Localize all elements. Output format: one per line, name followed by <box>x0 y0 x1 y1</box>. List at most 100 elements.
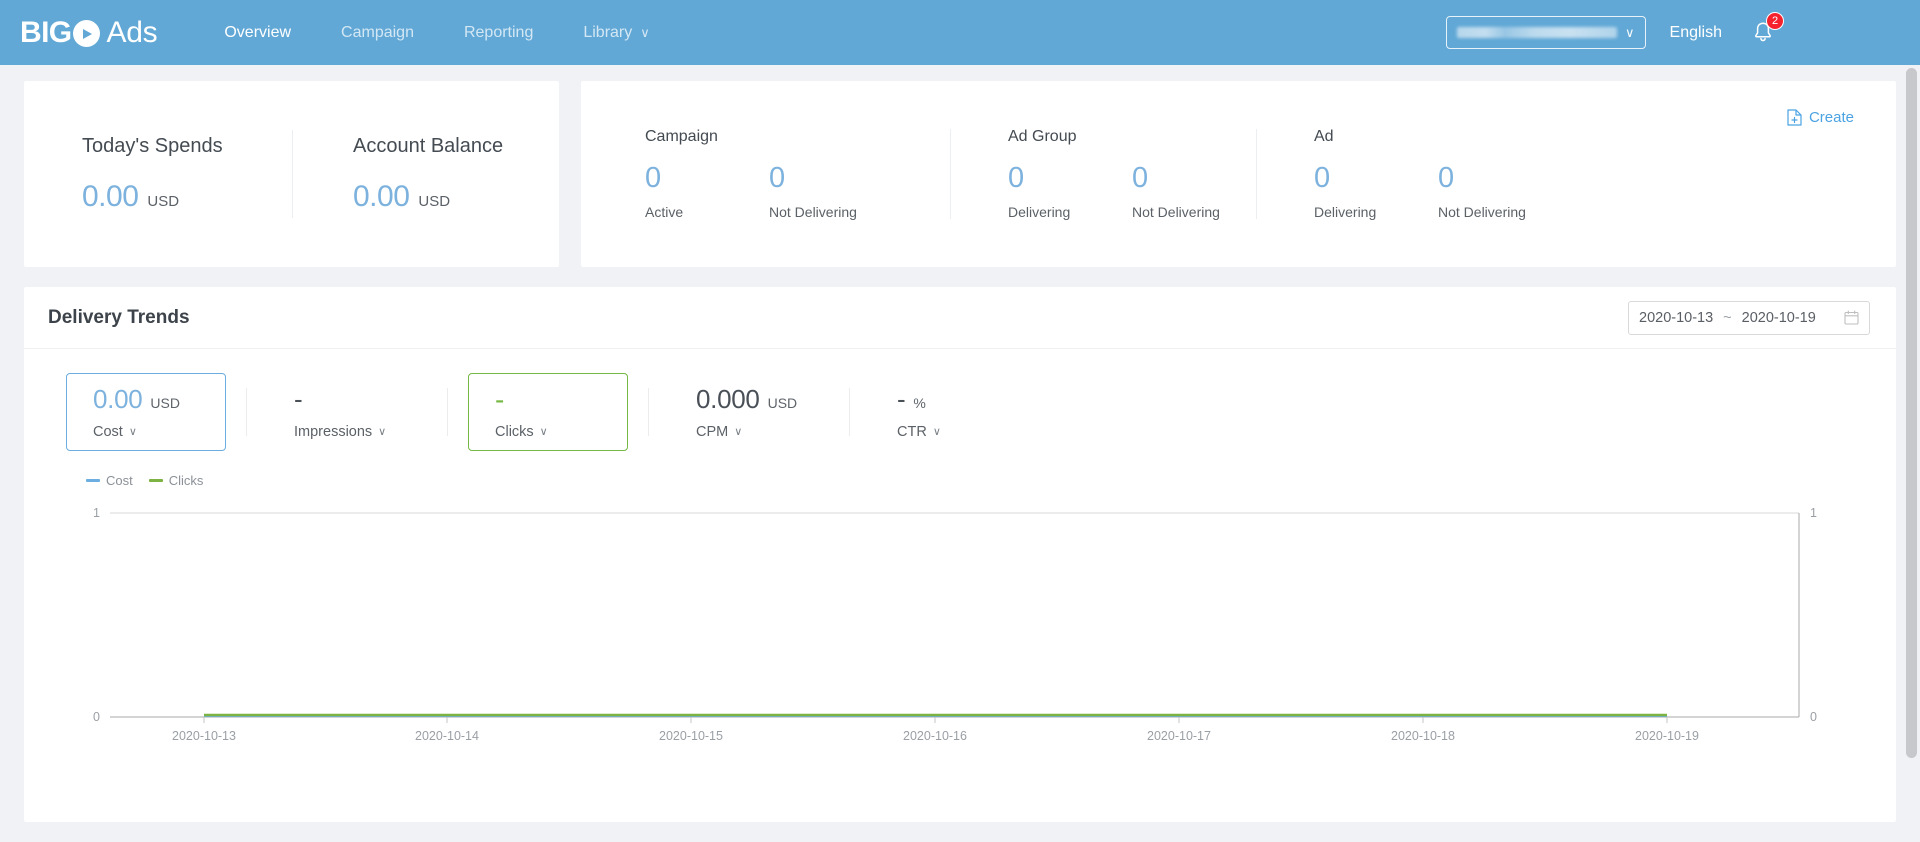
metric-selector-row: 0.00 USD Cost ∨ - Impressions ∨ - Clicks… <box>24 349 1896 451</box>
account-balance-block: Account Balance 0.00 USD <box>292 130 503 218</box>
notifications-button[interactable]: 2 <box>1750 11 1784 48</box>
adgroup-delivering-value: 0 <box>1008 162 1025 195</box>
metric-cpm-value-row: 0.000 USD <box>696 384 828 416</box>
create-button-label: Create <box>1808 109 1854 126</box>
chevron-down-icon: ∨ <box>1625 25 1635 40</box>
metric-clicks-label: Clicks <box>495 424 534 440</box>
metric-ctr-value-row: - % <box>897 384 1029 416</box>
todays-spends-block: Today's Spends 0.00 USD <box>82 135 292 214</box>
x-axis-tick-label: 2020-10-19 <box>1635 729 1699 743</box>
nav-item-campaign-label: Campaign <box>341 23 414 41</box>
adgroup-counts-group: Ad Group 0 Delivering 0 Not Delivering <box>950 115 1256 233</box>
adgroup-metrics: 0 Delivering 0 Not Delivering <box>1008 160 1256 220</box>
account-select-value <box>1456 27 1617 38</box>
page-content: Today's Spends 0.00 USD Account Balance … <box>0 65 1920 842</box>
metric-divider <box>246 388 247 436</box>
date-range-start: 2020-10-13 <box>1639 309 1714 326</box>
adgroup-notdelivering-value: 0 <box>1132 162 1149 195</box>
metric-impressions-value: - <box>294 384 303 414</box>
main-navigation: Overview Campaign Reporting Library ∨ <box>199 0 674 65</box>
account-balance-value-row: 0.00 USD <box>353 180 503 214</box>
ad-notdelivering-label: Not Delivering <box>1438 203 1526 220</box>
todays-spends-title: Today's Spends <box>82 134 223 157</box>
nav-item-reporting-label: Reporting <box>463 23 534 41</box>
left-axis-tick-1: 1 <box>93 506 100 520</box>
logo-bi-text: BIG <box>20 15 72 49</box>
metric-impressions-label-row: Impressions ∨ <box>294 424 426 440</box>
campaign-active-label: Active <box>645 203 684 220</box>
x-axis-tick-label: 2020-10-14 <box>415 729 479 743</box>
metric-tile-impressions[interactable]: - Impressions ∨ <box>267 373 427 451</box>
page-scrollbar[interactable] <box>1906 68 1917 758</box>
metric-tile-cost[interactable]: 0.00 USD Cost ∨ <box>66 373 226 451</box>
metric-clicks-value-row: - <box>495 384 627 416</box>
legend-color-swatch-clicks <box>148 479 163 482</box>
page-scrollbar-thumb[interactable] <box>1906 68 1917 758</box>
chevron-down-icon: ∨ <box>128 425 137 438</box>
metric-impressions-label: Impressions <box>294 424 373 440</box>
balance-card: Today's Spends 0.00 USD Account Balance … <box>24 81 559 267</box>
metric-cost-value-row: 0.00 USD <box>93 384 225 416</box>
nav-item-overview[interactable]: Overview <box>199 0 316 65</box>
ad-notdelivering-value: 0 <box>1438 162 1455 195</box>
language-label: English <box>1669 23 1722 41</box>
x-axis-tick-label: 2020-10-18 <box>1391 729 1455 743</box>
summary-cards-row: Today's Spends 0.00 USD Account Balance … <box>24 81 1896 267</box>
metric-cpm-unit: USD <box>767 395 798 411</box>
adgroup-notdelivering-metric: 0 Not Delivering <box>1132 160 1256 220</box>
nav-item-library-label: Library <box>583 23 633 41</box>
delivery-trends-chart: 1 0 1 0 2020-10-13 2020-10-14 2020-10-15… <box>24 502 1896 752</box>
metric-ctr-label: CTR <box>897 424 927 440</box>
todays-spends-value-row: 0.00 USD <box>82 180 292 214</box>
bigo-ads-logo[interactable]: BIG Ads <box>20 15 158 50</box>
header-right-controls: ∨ English 2 <box>1445 11 1896 49</box>
metric-tile-ctr[interactable]: - % CTR ∨ <box>870 373 1030 451</box>
page-title: Delivery Trends <box>48 306 190 328</box>
adgroup-group-title: Ad Group <box>1008 128 1077 146</box>
app-header: BIG Ads Overview Campaign Reporting Libr… <box>0 0 1920 65</box>
metric-cpm-label: CPM <box>696 424 729 440</box>
logo-brand-text: BIG <box>20 16 100 50</box>
campaign-active-metric: 0 Active <box>645 160 769 220</box>
right-axis-tick-0: 0 <box>1810 710 1817 724</box>
chevron-down-icon: ∨ <box>378 425 387 438</box>
legend-item-clicks[interactable]: Clicks <box>148 473 203 488</box>
nav-item-reporting[interactable]: Reporting <box>439 0 558 65</box>
todays-spends-currency: USD <box>147 192 180 210</box>
ad-delivering-label: Delivering <box>1314 203 1377 220</box>
legend-label-cost: Cost <box>106 473 133 488</box>
account-balance-title: Account Balance <box>353 134 504 157</box>
entity-counts-card: Campaign 0 Active 0 Not Delivering Ad Gr… <box>581 81 1896 267</box>
campaign-notdelivering-metric: 0 Not Delivering <box>769 160 893 220</box>
x-axis-tick-label: 2020-10-13 <box>172 729 236 743</box>
account-balance-amount: 0.00 <box>353 179 410 213</box>
nav-item-overview-label: Overview <box>224 23 292 41</box>
ad-counts-group: Ad 0 Delivering 0 Not Delivering <box>1256 115 1562 233</box>
metric-divider <box>648 388 649 436</box>
campaign-notdelivering-value: 0 <box>769 162 786 195</box>
nav-item-library[interactable]: Library ∨ <box>558 0 674 65</box>
metric-tile-clicks[interactable]: - Clicks ∨ <box>468 373 628 451</box>
ad-group-title: Ad <box>1314 128 1334 146</box>
delivery-trends-card: Delivery Trends 2020-10-13 ~ 2020-10-19 <box>24 287 1896 822</box>
legend-item-cost[interactable]: Cost <box>86 473 133 488</box>
adgroup-delivering-metric: 0 Delivering <box>1008 160 1132 220</box>
date-range-picker[interactable]: 2020-10-13 ~ 2020-10-19 <box>1628 300 1870 335</box>
language-switch[interactable]: English <box>1670 24 1722 42</box>
nav-item-campaign[interactable]: Campaign <box>316 0 439 65</box>
campaign-notdelivering-label: Not Delivering <box>769 203 857 220</box>
metric-clicks-label-row: Clicks ∨ <box>495 424 627 440</box>
account-select[interactable]: ∨ <box>1445 16 1646 49</box>
metric-cost-value: 0.00 <box>93 384 143 414</box>
metric-divider <box>447 388 448 436</box>
create-button[interactable]: Create <box>1787 109 1854 126</box>
chevron-down-icon: ∨ <box>539 425 548 438</box>
adgroup-delivering-label: Delivering <box>1008 203 1071 220</box>
x-axis-tick-label: 2020-10-17 <box>1147 729 1211 743</box>
metric-tile-cpm[interactable]: 0.000 USD CPM ∨ <box>669 373 829 451</box>
metric-cost-unit: USD <box>150 395 180 411</box>
logo-suffix-text: Ads <box>106 15 158 49</box>
left-axis-tick-0: 0 <box>93 710 100 724</box>
file-add-icon <box>1787 109 1802 126</box>
campaign-active-value: 0 <box>645 162 662 195</box>
